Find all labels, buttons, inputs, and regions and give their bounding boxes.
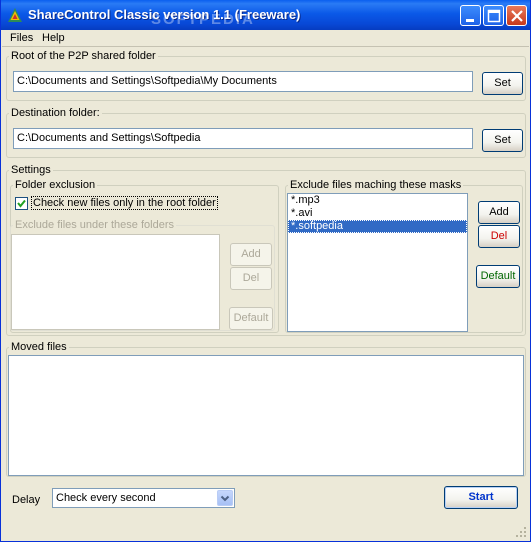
root-folder-set-button[interactable]: Set: [482, 72, 523, 95]
softpedia-watermark: SOFTPEDIA: [151, 11, 255, 28]
moved-files-legend: Moved files: [9, 341, 69, 353]
close-icon: [511, 10, 523, 22]
root-only-checkbox[interactable]: [15, 197, 28, 210]
masks-default-button[interactable]: Default: [476, 265, 520, 288]
destination-legend: Destination folder:: [9, 107, 102, 119]
masks-add-button[interactable]: Add: [478, 201, 520, 224]
exclude-folders-list[interactable]: [11, 234, 220, 330]
masks-list[interactable]: *.mp3 *.avi *.softpedia: [287, 193, 468, 332]
masks-del-button[interactable]: Del: [478, 225, 520, 248]
checkmark-icon: [17, 199, 26, 208]
menu-files[interactable]: Files: [10, 32, 33, 44]
moved-files-list[interactable]: [8, 355, 524, 476]
exclude-folders-default-button[interactable]: Default: [229, 307, 273, 330]
settings-legend: Settings: [9, 164, 53, 176]
root-only-checkbox-label[interactable]: Check new files only in the root folder: [31, 196, 218, 210]
app-window: ShareControl Classic version 1.1 (Freewa…: [0, 0, 531, 542]
folder-exclusion-legend: Folder exclusion: [13, 179, 98, 191]
root-folder-input[interactable]: C:\Documents and Settings\Softpedia\My D…: [13, 71, 473, 92]
app-logo-icon: [8, 8, 22, 22]
minimize-icon: [466, 19, 474, 22]
start-button[interactable]: Start: [444, 486, 518, 509]
menu-bar: Files Help: [2, 30, 529, 47]
delay-select[interactable]: Check every second: [52, 488, 235, 508]
maximize-button[interactable]: [483, 5, 504, 26]
exclude-folders-add-button[interactable]: Add: [230, 243, 272, 266]
menu-help[interactable]: Help: [42, 32, 65, 44]
destination-set-button[interactable]: Set: [482, 129, 523, 152]
exclude-folders-legend: Exclude files under these folders: [13, 219, 176, 231]
mask-item-mp3[interactable]: *.mp3: [288, 194, 467, 207]
maximize-icon: [487, 9, 501, 23]
resize-grip-icon[interactable]: [515, 526, 527, 538]
exclude-folders-del-button[interactable]: Del: [230, 267, 272, 290]
mask-item-softpedia[interactable]: *.softpedia: [288, 220, 467, 233]
mask-item-avi[interactable]: *.avi: [288, 207, 467, 220]
title-bar[interactable]: ShareControl Classic version 1.1 (Freewa…: [1, 0, 530, 30]
chevron-down-icon[interactable]: [217, 490, 233, 506]
root-folder-legend: Root of the P2P shared folder: [9, 50, 158, 62]
delay-label: Delay: [12, 494, 41, 506]
minimize-button[interactable]: [460, 5, 481, 26]
close-button[interactable]: [506, 5, 527, 26]
delay-select-value: Check every second: [56, 492, 156, 504]
masks-legend: Exclude files maching these masks: [288, 179, 464, 191]
destination-input[interactable]: C:\Documents and Settings\Softpedia: [13, 128, 473, 149]
